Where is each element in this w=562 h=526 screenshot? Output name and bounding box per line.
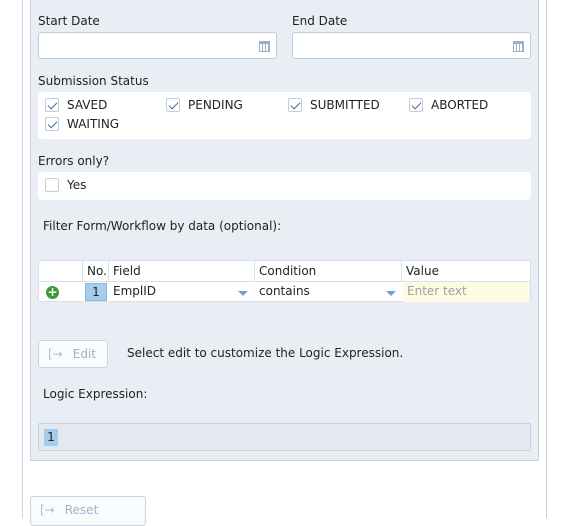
- submission-status-label: Submission Status: [38, 74, 149, 88]
- grid-header-field[interactable]: Field: [109, 261, 255, 281]
- grid-header-condition[interactable]: Condition: [255, 261, 402, 281]
- status-label: ABORTED: [431, 98, 489, 112]
- status-checkbox-submitted[interactable]: SUBMITTED: [288, 98, 380, 112]
- edit-icon: [→: [48, 347, 63, 361]
- reset-button-label: Reset: [64, 503, 99, 517]
- checkbox-icon[interactable]: [45, 178, 59, 192]
- errors-only-option: Yes: [67, 178, 87, 192]
- edit-button[interactable]: [→ Edit: [38, 340, 108, 368]
- grid-header-actions: [39, 261, 83, 281]
- edit-hint: Select edit to customize the Logic Expre…: [127, 346, 404, 360]
- reset-icon: [→: [40, 503, 55, 517]
- status-checkbox-pending[interactable]: PENDING: [166, 98, 243, 112]
- errors-only-label: Errors only?: [38, 154, 110, 168]
- checkbox-icon[interactable]: [166, 98, 180, 112]
- status-checkbox-aborted[interactable]: ABORTED: [409, 98, 488, 112]
- chevron-down-icon[interactable]: [238, 291, 248, 296]
- start-date-label: Start Date: [38, 14, 100, 28]
- errors-only-group: [38, 172, 531, 200]
- add-row-icon[interactable]: +: [46, 286, 59, 299]
- value-input[interactable]: Enter text: [403, 282, 530, 302]
- status-label: SAVED: [67, 98, 108, 112]
- status-label: SUBMITTED: [310, 98, 380, 112]
- grid-header-value[interactable]: Value: [402, 261, 532, 281]
- logic-token: 1: [44, 429, 58, 446]
- errors-only-checkbox[interactable]: Yes: [45, 178, 86, 192]
- table-row: + 1 EmplID contains Enter text: [39, 281, 530, 302]
- field-select[interactable]: EmplID: [113, 284, 156, 298]
- chevron-down-icon[interactable]: [386, 291, 396, 296]
- end-date-input[interactable]: [292, 32, 531, 59]
- checkbox-icon[interactable]: [409, 98, 423, 112]
- checkbox-icon[interactable]: [45, 117, 59, 131]
- calendar-icon[interactable]: [513, 41, 524, 52]
- filter-label: Filter Form/Workflow by data (optional):: [43, 219, 282, 233]
- logic-expression-box[interactable]: 1: [38, 423, 531, 451]
- logic-expression-label: Logic Expression:: [43, 387, 148, 401]
- row-number: 1: [85, 283, 107, 301]
- edit-button-label: Edit: [72, 347, 96, 361]
- start-date-input[interactable]: [38, 32, 277, 59]
- status-label: PENDING: [188, 98, 243, 112]
- status-checkbox-saved[interactable]: SAVED: [45, 98, 107, 112]
- filter-grid: No. Field Condition Value + 1 EmplID con…: [38, 260, 531, 302]
- status-checkbox-waiting[interactable]: WAITING: [45, 117, 119, 131]
- calendar-icon[interactable]: [259, 41, 270, 52]
- status-label: WAITING: [67, 117, 120, 131]
- condition-select[interactable]: contains: [259, 284, 310, 298]
- reset-button[interactable]: [→ Reset: [30, 496, 146, 526]
- end-date-label: End Date: [292, 14, 348, 28]
- checkbox-icon[interactable]: [288, 98, 302, 112]
- grid-header-no[interactable]: No.: [83, 261, 109, 281]
- checkbox-icon[interactable]: [45, 98, 59, 112]
